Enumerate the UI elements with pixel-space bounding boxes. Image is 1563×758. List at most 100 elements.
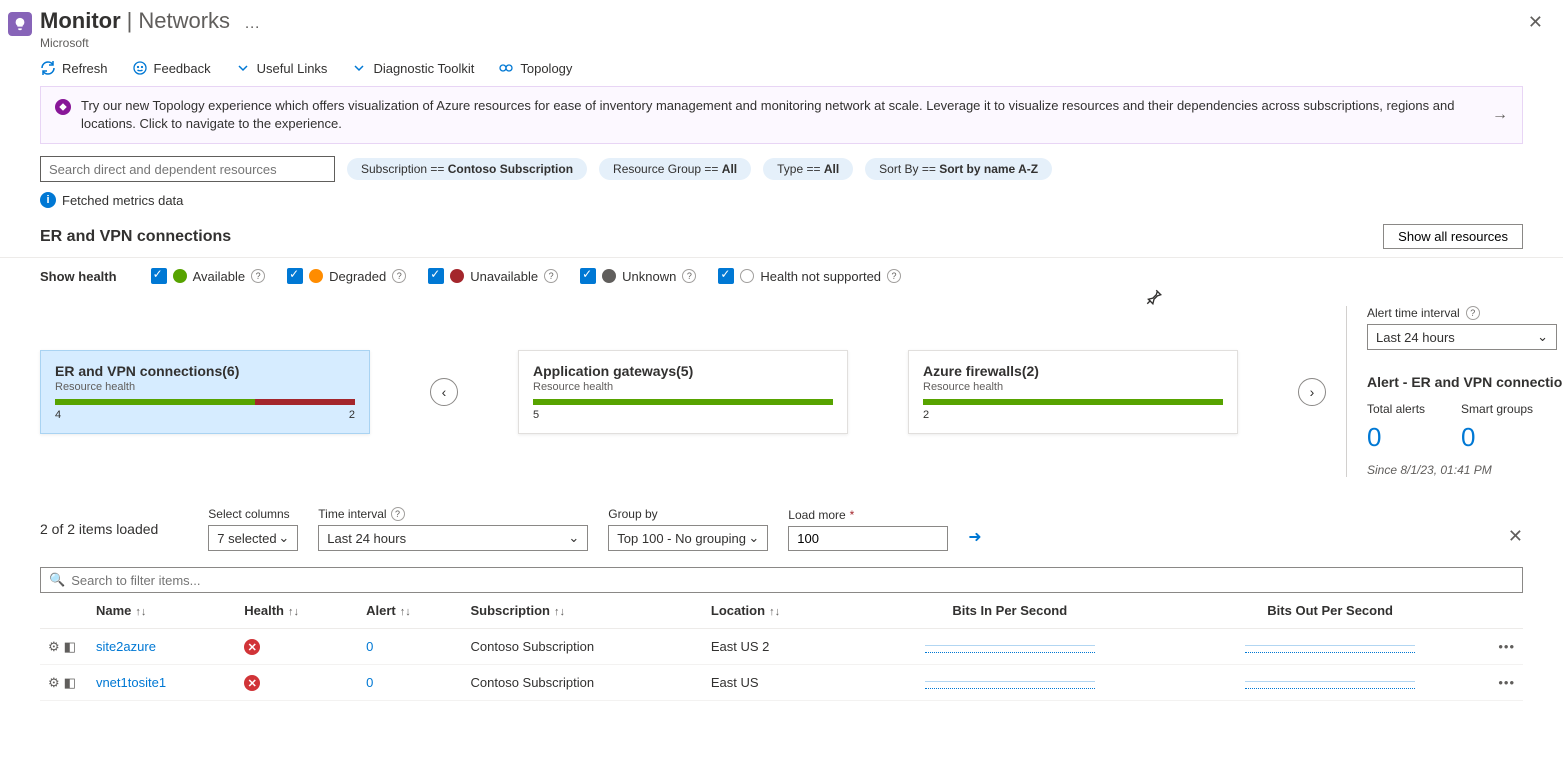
topology-button[interactable]: Topology [498,60,572,76]
resource-link[interactable]: site2azure [96,639,156,654]
sparkline-bits-out [1245,673,1415,689]
chevron-down-icon: ⌄ [278,530,289,546]
row-more-icon[interactable]: ••• [1498,675,1515,690]
card-title: Application gateways(5) [533,363,833,379]
status-dot-available [173,269,187,283]
search-input[interactable] [40,156,335,182]
row-more-icon[interactable]: ••• [1498,639,1515,654]
help-icon[interactable]: ? [1466,306,1480,320]
pin-icon[interactable] [1145,288,1163,309]
group-by-dropdown[interactable]: Top 100 - No grouping⌄ [608,525,768,551]
filter-search-input[interactable] [71,573,1514,588]
status-dot-nosupport [740,269,754,283]
page-title: Monitor [40,8,121,34]
card-count-green: 5 [533,409,539,421]
th-bits-out[interactable]: Bits Out Per Second [1267,603,1393,618]
th-bits-in[interactable]: Bits In Per Second [952,603,1067,618]
help-icon[interactable]: ? [392,269,406,283]
th-health[interactable]: Health [244,603,284,618]
load-more-input[interactable] [788,526,948,551]
alert-link[interactable]: 0 [366,639,373,654]
title-sep: | [127,8,133,34]
checkbox-nosupport[interactable] [718,268,734,284]
sparkline-bits-in [925,673,1095,689]
more-icon[interactable]: … [244,15,261,33]
checkbox-unavailable[interactable] [428,268,444,284]
sort-icon[interactable]: ↑↓ [135,606,146,618]
card-subtitle: Resource health [923,381,1223,393]
prev-card-button[interactable]: ‹ [430,378,458,406]
banner-arrow-icon: → [1492,106,1508,124]
card-subtitle: Resource health [533,381,833,393]
feedback-label: Feedback [154,61,211,76]
th-subscription[interactable]: Subscription [471,603,550,618]
checkbox-degraded[interactable] [287,268,303,284]
alert-interval-select[interactable]: Last 24 hours⌄ [1367,324,1557,350]
filter-pill-type[interactable]: Type == All [763,158,853,180]
table-row[interactable]: ⚙◧ site2azure ✕ 0 Contoso Subscription E… [40,629,1523,665]
resource-card[interactable]: ER and VPN connections(6) Resource healt… [40,350,370,434]
th-location[interactable]: Location [711,603,765,618]
resource-card[interactable]: Application gateways(5) Resource health … [518,350,848,434]
table-row[interactable]: ⚙◧ vnet1tosite1 ✕ 0 Contoso Subscription… [40,665,1523,701]
alert-link[interactable]: 0 [366,675,373,690]
help-icon[interactable]: ? [887,269,901,283]
banner-text: Try our new Topology experience which of… [81,97,1482,133]
select-columns-label: Select columns [208,507,298,521]
sort-icon[interactable]: ↑↓ [400,606,411,618]
chevron-down-icon: ⌄ [1537,329,1548,345]
close-button[interactable]: ✕ [1520,8,1551,37]
th-name[interactable]: Name [96,603,131,618]
status-dot-degraded [309,269,323,283]
th-alert[interactable]: Alert [366,603,396,618]
next-card-button[interactable]: › [1298,378,1326,406]
help-icon[interactable]: ? [544,269,558,283]
sort-icon[interactable]: ↑↓ [288,606,299,618]
refresh-button[interactable]: Refresh [40,60,108,76]
feedback-button[interactable]: Feedback [132,60,211,76]
degraded-label: Degraded [329,269,386,284]
resource-card[interactable]: Azure firewalls(2) Resource health 2 [908,350,1238,434]
resource-link[interactable]: vnet1tosite1 [96,675,166,690]
sparkline-bits-out [1245,637,1415,653]
time-interval-dropdown[interactable]: Last 24 hours⌄ [318,525,588,551]
topo-label: Topology [520,61,572,76]
filter-pill-sort[interactable]: Sort By == Sort by name A-Z [865,158,1052,180]
info-banner[interactable]: Try our new Topology experience which of… [40,86,1523,144]
diagnostic-toolkit-button[interactable]: Diagnostic Toolkit [351,60,474,76]
help-icon[interactable]: ? [251,269,265,283]
filter-pill-subscription[interactable]: Subscription == Contoso Subscription [347,158,587,180]
unavailable-label: Unavailable [470,269,538,284]
help-icon[interactable]: ? [391,507,405,521]
chevron-down-icon: ⌄ [748,530,759,546]
help-icon[interactable]: ? [682,269,696,283]
card-subtitle: Resource health [55,381,355,393]
show-all-button[interactable]: Show all resources [1383,224,1523,249]
show-health-label: Show health [40,269,117,284]
sort-icon[interactable]: ↑↓ [769,606,780,618]
useful-links-button[interactable]: Useful Links [235,60,328,76]
location-cell: East US 2 [703,629,850,665]
section-title: ER and VPN connections [40,228,231,246]
banner-icon [55,99,71,115]
stat-label-total-alerts: Total alerts [1367,402,1425,416]
card-title: ER and VPN connections(6) [55,363,355,379]
stat-label-smart-groups: Smart groups [1461,402,1533,416]
filter-pill-rg[interactable]: Resource Group == All [599,158,751,180]
go-button[interactable]: ➜ [968,527,981,547]
since-text: Since 8/1/23, 01:41 PM [1367,463,1563,477]
checkbox-available[interactable] [151,268,167,284]
select-columns-dropdown[interactable]: 7 selected⌄ [208,525,298,551]
checkbox-unknown[interactable] [580,268,596,284]
search-icon: 🔍 [49,572,65,588]
diag-label: Diagnostic Toolkit [373,61,474,76]
sort-icon[interactable]: ↑↓ [554,606,565,618]
resource-icon: ⚙ [48,639,60,654]
load-more-label: Load more [788,508,845,522]
stat-value-smart-groups[interactable]: 0 [1461,422,1533,453]
grid-close-button[interactable]: ✕ [1508,526,1523,547]
filter-search-wrap[interactable]: 🔍 [40,567,1523,593]
stat-value-total-alerts[interactable]: 0 [1367,422,1425,453]
card-count-red: 2 [349,409,355,421]
refresh-label: Refresh [62,61,108,76]
